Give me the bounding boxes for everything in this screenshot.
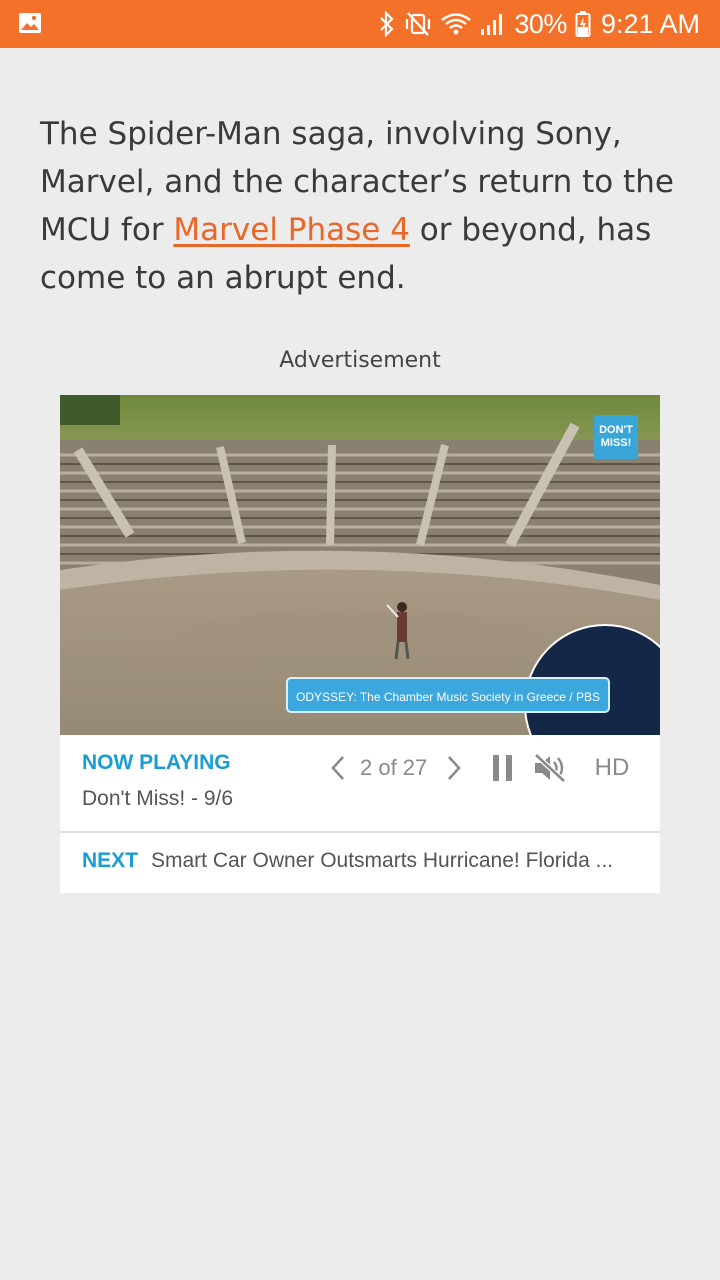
playlist-counter: 2 of 27 (360, 755, 428, 780)
player-controls: NOW PLAYING Don't Miss! - 9/6 2 of 27 HD (60, 735, 660, 831)
signal-icon (481, 14, 503, 35)
now-playing-label: NOW PLAYING (82, 751, 231, 774)
status-bar: 30% 9:21 AM (0, 0, 720, 48)
status-icons: 30% 9:21 AM (378, 0, 700, 48)
up-next-row[interactable]: NEXT Smart Car Owner Outsmarts Hurricane… (60, 831, 660, 893)
vibrate-mute-icon (406, 12, 431, 36)
next-video-title: Smart Car Owner Outsmarts Hurricane! Flo… (151, 849, 614, 872)
dont-miss-badge: DON'T MISS! (594, 415, 638, 459)
advertisement-label: Advertisement (279, 348, 441, 373)
next-video-button[interactable] (442, 753, 466, 783)
wifi-icon (441, 13, 472, 35)
battery-percent: 30% (514, 8, 567, 39)
pause-icon (493, 755, 512, 781)
hd-toggle-button[interactable]: HD (590, 753, 634, 783)
chevron-left-icon (331, 756, 344, 780)
clock: 9:21 AM (600, 8, 700, 39)
mute-button[interactable] (532, 753, 568, 783)
bluetooth-icon (380, 11, 394, 37)
battery-charging-icon (575, 11, 591, 37)
video-caption: ODYSSEY: The Chamber Music Society in Gr… (286, 677, 610, 713)
gallery-icon (19, 13, 41, 33)
video-frame[interactable]: DON'T MISS! ODYSSEY: The Chamber Music S… (60, 395, 660, 735)
previous-video-button[interactable] (326, 753, 350, 783)
marvel-phase-4-link[interactable]: Marvel Phase 4 (173, 212, 410, 248)
now-playing-title: Don't Miss! - 9/6 (82, 787, 234, 810)
pause-button[interactable] (488, 753, 518, 783)
next-label: NEXT (82, 849, 139, 872)
video-player: DON'T MISS! ODYSSEY: The Chamber Music S… (60, 395, 660, 893)
chevron-right-icon (448, 756, 461, 780)
article-paragraph: The Spider-Man saga, involving Sony, Mar… (40, 110, 690, 302)
volume-muted-icon (534, 753, 566, 783)
